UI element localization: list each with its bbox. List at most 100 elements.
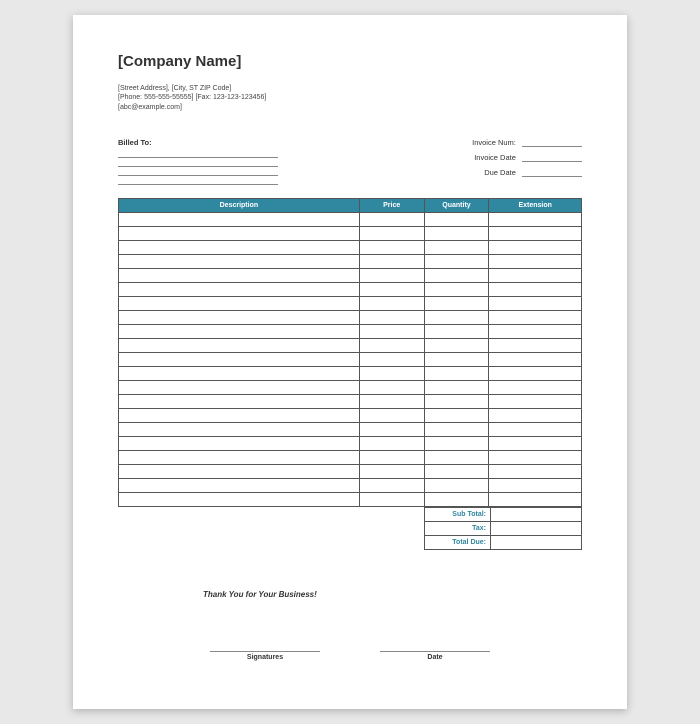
cell-ext[interactable] [489,367,582,381]
cell-ext[interactable] [489,283,582,297]
cell-price[interactable] [359,409,424,423]
billed-line[interactable] [118,159,278,167]
cell-price[interactable] [359,353,424,367]
cell-desc[interactable] [119,241,360,255]
cell-price[interactable] [359,493,424,507]
cell-price[interactable] [359,241,424,255]
cell-price[interactable] [359,255,424,269]
date-line[interactable] [380,651,490,652]
cell-price[interactable] [359,465,424,479]
cell-desc[interactable] [119,367,360,381]
cell-ext[interactable] [489,269,582,283]
cell-ext[interactable] [489,451,582,465]
subtotal-value[interactable] [491,508,581,521]
cell-ext[interactable] [489,297,582,311]
cell-ext[interactable] [489,227,582,241]
cell-qty[interactable] [424,409,489,423]
cell-qty[interactable] [424,423,489,437]
cell-qty[interactable] [424,213,489,227]
cell-qty[interactable] [424,395,489,409]
cell-desc[interactable] [119,395,360,409]
cell-ext[interactable] [489,213,582,227]
cell-ext[interactable] [489,423,582,437]
cell-qty[interactable] [424,451,489,465]
cell-price[interactable] [359,479,424,493]
cell-price[interactable] [359,227,424,241]
cell-ext[interactable] [489,437,582,451]
cell-qty[interactable] [424,367,489,381]
cell-price[interactable] [359,395,424,409]
address-line-2: [Phone: 555-555-55555] [Fax: 123-123-123… [118,93,582,102]
cell-desc[interactable] [119,255,360,269]
cell-ext[interactable] [489,479,582,493]
cell-desc[interactable] [119,423,360,437]
cell-price[interactable] [359,325,424,339]
total-due-row: Total Due: [424,536,582,550]
cell-price[interactable] [359,213,424,227]
cell-price[interactable] [359,451,424,465]
total-due-value[interactable] [491,536,581,549]
cell-desc[interactable] [119,353,360,367]
cell-qty[interactable] [424,227,489,241]
cell-desc[interactable] [119,339,360,353]
cell-qty[interactable] [424,255,489,269]
cell-qty[interactable] [424,479,489,493]
invoice-num-field[interactable] [522,140,582,147]
cell-desc[interactable] [119,311,360,325]
cell-desc[interactable] [119,409,360,423]
cell-ext[interactable] [489,395,582,409]
cell-desc[interactable] [119,227,360,241]
table-row [119,339,582,353]
cell-desc[interactable] [119,269,360,283]
cell-desc[interactable] [119,465,360,479]
cell-price[interactable] [359,339,424,353]
cell-qty[interactable] [424,353,489,367]
cell-price[interactable] [359,297,424,311]
cell-ext[interactable] [489,493,582,507]
cell-qty[interactable] [424,465,489,479]
cell-desc[interactable] [119,213,360,227]
cell-desc[interactable] [119,479,360,493]
billed-line[interactable] [118,177,278,185]
cell-qty[interactable] [424,283,489,297]
billed-line[interactable] [118,150,278,158]
cell-ext[interactable] [489,241,582,255]
cell-price[interactable] [359,269,424,283]
cell-qty[interactable] [424,339,489,353]
cell-price[interactable] [359,283,424,297]
cell-ext[interactable] [489,311,582,325]
cell-ext[interactable] [489,381,582,395]
cell-price[interactable] [359,381,424,395]
signature-line[interactable] [210,651,320,652]
billed-line[interactable] [118,168,278,176]
cell-ext[interactable] [489,339,582,353]
cell-qty[interactable] [424,437,489,451]
cell-qty[interactable] [424,269,489,283]
cell-ext[interactable] [489,409,582,423]
cell-ext[interactable] [489,325,582,339]
cell-price[interactable] [359,367,424,381]
cell-ext[interactable] [489,353,582,367]
cell-qty[interactable] [424,241,489,255]
cell-qty[interactable] [424,381,489,395]
cell-price[interactable] [359,423,424,437]
cell-desc[interactable] [119,437,360,451]
cell-qty[interactable] [424,325,489,339]
invoice-date-field[interactable] [522,155,582,162]
billed-to-label: Billed To: [118,138,318,147]
cell-desc[interactable] [119,493,360,507]
cell-price[interactable] [359,437,424,451]
cell-ext[interactable] [489,255,582,269]
cell-price[interactable] [359,311,424,325]
cell-desc[interactable] [119,381,360,395]
tax-value[interactable] [491,522,581,535]
cell-desc[interactable] [119,297,360,311]
cell-desc[interactable] [119,451,360,465]
cell-qty[interactable] [424,493,489,507]
cell-desc[interactable] [119,325,360,339]
cell-qty[interactable] [424,311,489,325]
cell-qty[interactable] [424,297,489,311]
cell-ext[interactable] [489,465,582,479]
cell-desc[interactable] [119,283,360,297]
due-date-field[interactable] [522,170,582,177]
